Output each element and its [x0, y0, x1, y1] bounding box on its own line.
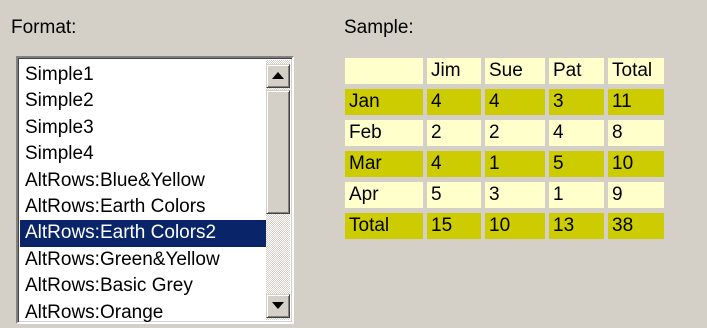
format-list-item[interactable]: AltRows:Blue&Yellow [20, 168, 268, 194]
sample-cell: 1 [485, 151, 545, 177]
vertical-scrollbar[interactable] [266, 60, 290, 320]
sample-row: Total 15 10 13 38 [345, 213, 664, 239]
sample-cell: 4 [427, 89, 481, 115]
sample-cell: Mar [345, 151, 423, 177]
format-list-item[interactable]: Simple4 [20, 141, 268, 167]
sample-cell: Total [608, 58, 664, 84]
sample-cell: Jim [427, 58, 481, 84]
format-list-item[interactable]: AltRows:Earth Colors [20, 194, 268, 220]
sample-row: Apr 5 3 1 9 [345, 182, 664, 208]
sample-cell: 4 [549, 120, 604, 146]
sample-cell: 15 [427, 213, 481, 239]
sample-label: Sample: [344, 17, 414, 38]
format-list-item[interactable]: Simple2 [20, 88, 268, 114]
scrollbar-thumb[interactable] [266, 90, 290, 214]
down-arrow-icon [272, 302, 284, 309]
sample-cell: 11 [608, 89, 664, 115]
sample-cell: 3 [549, 89, 604, 115]
format-listbox[interactable]: Simple1 Simple2 Simple3 Simple4 AltRows:Blue… [16, 56, 294, 324]
sample-cell: 5 [549, 151, 604, 177]
sample-header-row: Jim Sue Pat Total [345, 58, 664, 84]
format-list-item[interactable]: AltRows:Earth Colors2 [20, 220, 268, 247]
format-list-item[interactable]: AltRows:Basic Grey [20, 273, 268, 299]
sample-cell [345, 58, 423, 84]
sample-cell: 38 [608, 213, 664, 239]
sample-cell: Apr [345, 182, 423, 208]
format-list-items: Simple1 Simple2 Simple3 Simple4 AltRows:Blue… [20, 62, 268, 322]
sample-cell: Feb [345, 120, 423, 146]
up-arrow-icon [272, 72, 284, 79]
sample-cell: 8 [608, 120, 664, 146]
format-list-item[interactable]: AltRows:Orange [20, 300, 268, 322]
sample-cell: Jan [345, 89, 423, 115]
sample-table: Jim Sue Pat Total Jan 4 4 3 11 Feb 2 2 4 8 Mar 4 1 5 10 Apr… [341, 53, 668, 244]
sample-cell: 13 [549, 213, 604, 239]
format-label: Format: [11, 17, 77, 38]
sample-cell: 10 [485, 213, 545, 239]
format-list-item[interactable]: Simple1 [20, 62, 268, 88]
scroll-up-button[interactable] [266, 64, 290, 88]
sample-cell: 4 [427, 151, 481, 177]
sample-cell: Total [345, 213, 423, 239]
sample-cell: Sue [485, 58, 545, 84]
sample-cell: 9 [608, 182, 664, 208]
format-list-item[interactable]: Simple3 [20, 115, 268, 141]
sample-cell: 10 [608, 151, 664, 177]
sample-cell: 1 [549, 182, 604, 208]
sample-cell: 2 [485, 120, 545, 146]
sample-cell: 3 [485, 182, 545, 208]
scroll-down-button[interactable] [266, 294, 290, 318]
sample-cell: 4 [485, 89, 545, 115]
sample-cell: 2 [427, 120, 481, 146]
sample-cell: 5 [427, 182, 481, 208]
sample-row: Jan 4 4 3 11 [345, 89, 664, 115]
sample-row: Mar 4 1 5 10 [345, 151, 664, 177]
sample-row: Feb 2 2 4 8 [345, 120, 664, 146]
sample-cell: Pat [549, 58, 604, 84]
format-list-item[interactable]: AltRows:Green&Yellow [20, 247, 268, 273]
